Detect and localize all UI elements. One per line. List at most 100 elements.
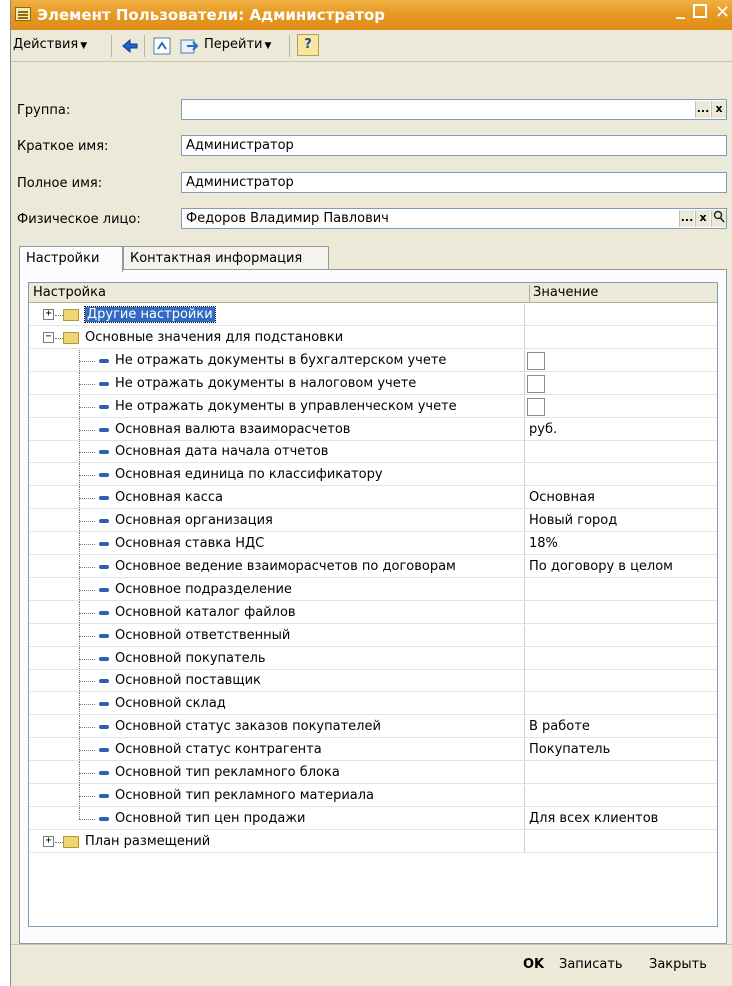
collapse-icon[interactable]: − (43, 331, 54, 343)
setting-cell[interactable]: Основной статус заказов покупателей (29, 716, 525, 740)
goto-menu[interactable]: Перейти ▼ (204, 37, 271, 52)
setting-item-icon (99, 793, 109, 798)
setting-cell[interactable]: Не отражать документы в бухгалтерском уч… (29, 349, 525, 373)
help-icon[interactable]: ? (297, 34, 319, 56)
ok-button[interactable]: OK (523, 957, 544, 972)
table-row[interactable]: Основной тип рекламного материала (29, 784, 717, 808)
person-select-button[interactable]: ... (679, 210, 694, 227)
table-row[interactable]: Основной склад (29, 693, 717, 717)
tab-settings[interactable]: Настройки (19, 246, 123, 272)
setting-label: Основная валюта взаиморасчетов (115, 421, 351, 437)
minimize-button[interactable]: _ (676, 0, 685, 20)
group-select-button[interactable]: ... (695, 101, 710, 118)
setting-cell[interactable]: Основной тип рекламного блока (29, 762, 525, 785)
setting-value[interactable]: Новый город (529, 513, 617, 528)
full-name-field[interactable]: Администратор (181, 172, 727, 193)
setting-cell[interactable]: Основной покупатель (29, 647, 525, 671)
setting-cell[interactable]: Основное подразделение (29, 578, 525, 602)
setting-cell[interactable]: + Другие настройки (29, 304, 525, 326)
setting-cell[interactable]: Основная ставка НДС (29, 533, 525, 556)
setting-cell[interactable]: Основная валюта взаиморасчетов (29, 418, 525, 442)
table-row[interactable]: Основной ответственный (29, 624, 717, 648)
setting-cell[interactable]: Основной тип рекламного материала (29, 784, 525, 808)
table-row[interactable]: Основной покупатель (29, 647, 717, 671)
setting-cell[interactable]: Основной ответственный (29, 624, 525, 648)
setting-cell[interactable]: Не отражать документы в управленческом у… (29, 395, 525, 419)
setting-cell[interactable]: Основная дата начала отчетов (29, 441, 525, 465)
setting-value[interactable]: По договору в целом (529, 559, 673, 574)
table-row[interactable]: Основная ставка НДС 18% (29, 533, 717, 556)
setting-cell[interactable]: Основная единица по классификатору (29, 464, 525, 488)
tab-contact-info[interactable]: Контактная информация (123, 246, 329, 270)
setting-cell[interactable]: + План размещений (29, 830, 525, 853)
table-row[interactable]: + Другие настройки (29, 304, 717, 326)
table-row[interactable]: Основной статус контрагента Покупатель (29, 739, 717, 763)
setting-cell[interactable]: Основной склад (29, 693, 525, 717)
setting-cell[interactable]: − Основные значения для подстановки (29, 326, 525, 349)
table-row[interactable]: Основная единица по классификатору (29, 464, 717, 488)
setting-cell[interactable]: Не отражать документы в налоговом учете (29, 372, 525, 396)
setting-value[interactable]: 18% (529, 536, 558, 551)
table-row[interactable]: Основная валюта взаиморасчетов руб. (29, 418, 717, 442)
refresh-icon[interactable] (151, 35, 173, 57)
table-row[interactable]: Основная касса Основная (29, 487, 717, 511)
back-arrow-icon[interactable] (119, 35, 141, 57)
table-row[interactable]: Основная дата начала отчетов (29, 441, 717, 465)
table-row[interactable]: Не отражать документы в управленческом у… (29, 395, 717, 419)
table-row[interactable]: Основной каталог файлов (29, 601, 717, 625)
table-row[interactable]: Не отражать документы в налоговом учете (29, 372, 717, 396)
group-field[interactable]: ... x (181, 99, 727, 120)
search-icon[interactable] (711, 210, 726, 227)
table-row[interactable]: + План размещений (29, 830, 717, 853)
table-row[interactable]: Основной статус заказов покупателей В раб… (29, 716, 717, 740)
expand-icon[interactable]: + (43, 835, 54, 847)
setting-checkbox[interactable] (527, 374, 545, 393)
settings-tree-grid[interactable]: Настройка Значение + Другие настройки − Осн… (28, 282, 718, 927)
setting-label: Основная организация (115, 513, 273, 529)
maximize-button[interactable] (693, 4, 707, 18)
setting-checkbox[interactable] (527, 397, 545, 416)
table-row[interactable]: Основное подразделение (29, 578, 717, 602)
table-row[interactable]: Основное ведение взаиморасчетов по догов… (29, 555, 717, 579)
setting-cell[interactable]: Основной тип цен продажи (29, 807, 525, 830)
setting-value[interactable]: руб. (529, 422, 557, 437)
tree-connector (79, 818, 95, 820)
close-button[interactable]: Закрыть (649, 957, 707, 972)
setting-cell[interactable]: Основной статус контрагента (29, 739, 525, 763)
tree-connector (79, 475, 95, 477)
close-window-button[interactable]: ✕ (715, 2, 730, 23)
setting-value[interactable]: Покупатель (529, 742, 610, 757)
setting-item-icon (99, 587, 109, 592)
table-row[interactable]: − Основные значения для подстановки (29, 326, 717, 349)
table-row[interactable]: Основной поставщик (29, 670, 717, 694)
expand-icon[interactable]: + (43, 309, 54, 320)
setting-cell[interactable]: Основной каталог файлов (29, 601, 525, 625)
setting-label: Основной тип рекламного блока (115, 765, 340, 780)
setting-cell[interactable]: Основная касса (29, 487, 525, 511)
table-row[interactable]: Основная организация Новый город (29, 510, 717, 534)
setting-cell[interactable]: Основное ведение взаиморасчетов по догов… (29, 555, 525, 579)
save-button[interactable]: Записать (559, 957, 623, 972)
column-header-setting[interactable]: Настройка (33, 285, 106, 300)
setting-label: Основной статус контрагента (115, 742, 322, 758)
setting-label: Основной склад (115, 696, 226, 712)
tree-connector (55, 315, 63, 316)
goto-icon[interactable] (178, 35, 200, 57)
group-clear-button[interactable]: x (711, 101, 726, 118)
setting-cell[interactable]: Основная организация (29, 510, 525, 534)
setting-value[interactable]: В работе (529, 719, 590, 734)
setting-checkbox[interactable] (527, 351, 545, 370)
table-row[interactable]: Основной тип цен продажи Для всех клиенто… (29, 807, 717, 830)
setting-value[interactable]: Основная (529, 490, 595, 505)
tree-connector (79, 498, 95, 500)
person-field[interactable]: Федоров Владимир Павлович ... x (181, 208, 727, 229)
column-header-value[interactable]: Значение (529, 285, 598, 303)
short-name-field[interactable]: Администратор (181, 135, 727, 156)
title-bar[interactable]: Элемент Пользователи: Администратор _ ✕ (11, 0, 732, 30)
setting-value[interactable]: Для всех клиентов (529, 811, 658, 826)
actions-menu[interactable]: Действия ▼ (13, 37, 87, 52)
setting-cell[interactable]: Основной поставщик (29, 670, 525, 694)
table-row[interactable]: Не отражать документы в бухгалтерском уч… (29, 349, 717, 373)
person-clear-button[interactable]: x (695, 210, 710, 227)
table-row[interactable]: Основной тип рекламного блока (29, 762, 717, 785)
